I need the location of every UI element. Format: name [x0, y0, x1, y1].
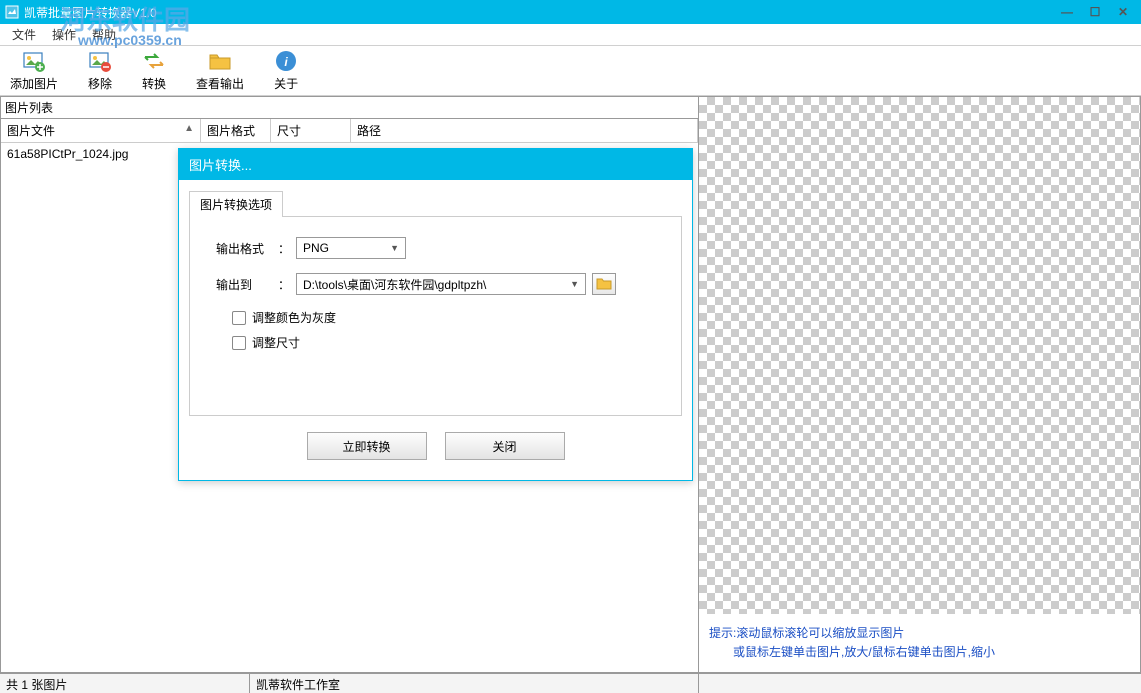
- remove-icon: [88, 49, 112, 73]
- convert-label: 转换: [142, 75, 166, 92]
- remove-label: 移除: [88, 75, 112, 92]
- app-icon: [4, 4, 20, 20]
- chevron-down-icon: ▼: [570, 279, 579, 289]
- menu-help[interactable]: 帮助: [84, 24, 124, 45]
- convert-button[interactable]: 转换: [142, 49, 166, 92]
- status-spacer: [699, 674, 1141, 693]
- statusbar: 共 1 张图片 凯蒂软件工作室: [0, 673, 1141, 693]
- close-dialog-button[interactable]: 关闭: [445, 432, 565, 460]
- convert-dialog: 图片转换... 图片转换选项 输出格式 ： PNG ▼ 输出到 ： D:\too…: [178, 148, 693, 481]
- menubar: 文件 操作 帮助: [0, 24, 1141, 46]
- folder-icon: [596, 276, 612, 293]
- close-button[interactable]: ✕: [1115, 4, 1131, 20]
- column-format[interactable]: 图片格式: [201, 119, 271, 142]
- hint-line-2: 或鼠标左键单击图片,放大/鼠标右键单击图片,缩小: [709, 643, 1130, 662]
- preview-panel: 提示:滚动鼠标滚轮可以缩放显示图片 或鼠标左键单击图片,放大/鼠标右键单击图片,…: [699, 96, 1141, 673]
- resize-checkbox[interactable]: [232, 336, 246, 350]
- list-header: 图片文件 ▲ 图片格式 尺寸 路径: [1, 119, 698, 143]
- colon: ：: [278, 240, 290, 257]
- label-output-format: 输出格式: [208, 240, 272, 257]
- remove-button[interactable]: 移除: [88, 49, 112, 92]
- column-file-label: 图片文件: [7, 124, 55, 138]
- chevron-down-icon: ▼: [390, 243, 399, 253]
- info-icon: i: [274, 49, 298, 73]
- colon: ：: [278, 276, 290, 293]
- minimize-button[interactable]: —: [1059, 4, 1075, 20]
- window-title: 凯蒂批量图片转换器V1.0: [24, 4, 1059, 21]
- view-output-label: 查看输出: [196, 75, 244, 92]
- column-file[interactable]: 图片文件 ▲: [1, 119, 201, 142]
- hint-line-1: 提示:滚动鼠标滚轮可以缩放显示图片: [709, 624, 1130, 643]
- tab-convert-options[interactable]: 图片转换选项: [189, 191, 283, 217]
- browse-button[interactable]: [592, 273, 616, 295]
- view-output-button[interactable]: 查看输出: [196, 49, 244, 92]
- output-format-combo[interactable]: PNG ▼: [296, 237, 406, 259]
- grayscale-label: 调整颜色为灰度: [252, 309, 336, 326]
- hint-area: 提示:滚动鼠标滚轮可以缩放显示图片 或鼠标左键单击图片,放大/鼠标右键单击图片,…: [699, 614, 1140, 672]
- titlebar: 凯蒂批量图片转换器V1.0 — ☐ ✕: [0, 0, 1141, 24]
- add-image-label: 添加图片: [10, 75, 58, 92]
- column-path[interactable]: 路径: [351, 119, 698, 142]
- output-format-value: PNG: [303, 241, 329, 255]
- dialog-title[interactable]: 图片转换...: [179, 149, 692, 180]
- label-output-to: 输出到: [208, 276, 272, 293]
- column-size[interactable]: 尺寸: [271, 119, 351, 142]
- preview-area[interactable]: [699, 97, 1140, 614]
- cell-file: 61a58PICtPr_1024.jpg: [1, 145, 201, 163]
- grayscale-checkbox[interactable]: [232, 311, 246, 325]
- tab-content: 输出格式 ： PNG ▼ 输出到 ： D:\tools\桌面\河东软件园\gdp…: [189, 216, 682, 416]
- convert-icon: [142, 49, 166, 73]
- status-count: 共 1 张图片: [0, 674, 250, 693]
- about-button[interactable]: i 关于: [274, 49, 298, 92]
- maximize-button[interactable]: ☐: [1087, 4, 1103, 20]
- menu-operate[interactable]: 操作: [44, 24, 84, 45]
- resize-label: 调整尺寸: [252, 334, 300, 351]
- about-label: 关于: [274, 75, 298, 92]
- panel-title: 图片列表: [1, 97, 698, 119]
- status-studio: 凯蒂软件工作室: [250, 674, 699, 693]
- sort-arrow-icon: ▲: [184, 123, 194, 134]
- menu-file[interactable]: 文件: [4, 24, 44, 45]
- add-image-button[interactable]: 添加图片: [10, 49, 58, 92]
- output-path-combo[interactable]: D:\tools\桌面\河东软件园\gdpltpzh\ ▼: [296, 273, 586, 295]
- convert-now-button[interactable]: 立即转换: [307, 432, 427, 460]
- folder-icon: [208, 49, 232, 73]
- toolbar: 添加图片 移除 转换 查看输出 i 关于: [0, 46, 1141, 96]
- add-image-icon: [22, 49, 46, 73]
- output-path-value: D:\tools\桌面\河东软件园\gdpltpzh\: [303, 276, 486, 293]
